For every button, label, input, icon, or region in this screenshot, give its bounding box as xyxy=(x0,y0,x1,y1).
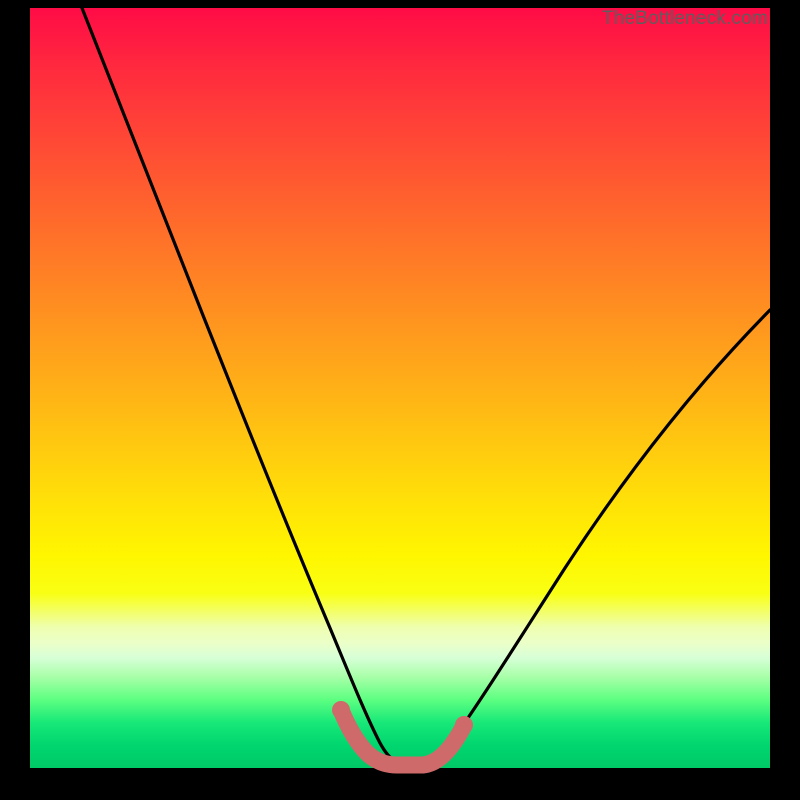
bottom-highlight-path xyxy=(341,710,464,765)
chart-svg xyxy=(30,8,770,768)
watermark-text: TheBottleneck.com xyxy=(602,8,768,30)
bottleneck-curve-path xyxy=(82,8,770,763)
highlight-end-dot xyxy=(455,716,473,734)
chart-frame: TheBottleneck.com xyxy=(0,0,800,800)
highlight-start-dot xyxy=(332,701,350,719)
